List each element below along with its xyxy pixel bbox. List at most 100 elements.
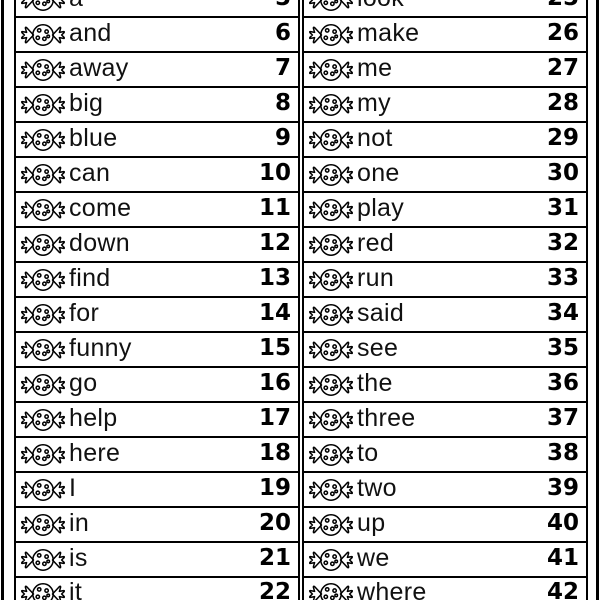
sight-word-label: down (69, 231, 130, 257)
sight-word-row[interactable]: down 12 (14, 226, 300, 261)
sight-word-row[interactable]: away 7 (14, 51, 300, 86)
sight-word-label: my (357, 91, 391, 117)
sight-word-label: three (357, 406, 416, 432)
candy-icon (307, 579, 355, 600)
sight-word-label: where (357, 580, 427, 600)
left-column: a5 and 6 away 7 big 8 blue 9 can 10 come 11 down 12 fin… (14, 0, 300, 600)
sight-word-label: one (357, 161, 400, 187)
sight-word-row[interactable]: I 19 (14, 471, 300, 506)
sight-word-label: said (357, 301, 405, 327)
sight-word-label: we (357, 546, 390, 572)
sight-word-label: here (69, 441, 121, 467)
sight-word-number: 16 (258, 370, 291, 396)
sight-word-row[interactable]: one 30 (302, 156, 588, 191)
candy-icon (19, 475, 67, 505)
candy-icon (307, 20, 355, 50)
sight-word-row[interactable]: big 8 (14, 86, 300, 121)
sight-word-number: 38 (546, 440, 579, 466)
sight-word-row[interactable]: it 22 (14, 576, 300, 600)
sight-word-label: me (357, 56, 393, 82)
sight-word-number: 25 (547, 0, 582, 12)
sight-word-row[interactable]: the 36 (302, 366, 588, 401)
candy-icon (307, 230, 355, 260)
candy-icon (307, 510, 355, 540)
sight-word-row[interactable]: look25 (302, 0, 588, 16)
sight-word-row[interactable]: go 16 (14, 366, 300, 401)
candy-icon (19, 0, 67, 15)
sight-word-row[interactable]: can 10 (14, 156, 300, 191)
sight-word-row[interactable]: and 6 (14, 16, 300, 51)
sight-word-row[interactable]: blue 9 (14, 121, 300, 156)
sight-word-row[interactable]: find 13 (14, 261, 300, 296)
sight-word-row[interactable]: funny 15 (14, 331, 300, 366)
sight-word-label: red (357, 231, 395, 257)
sight-word-table: a5 and 6 away 7 big 8 blue 9 can 10 come 11 down 12 fin… (14, 0, 588, 600)
sight-word-number: 30 (546, 160, 579, 186)
sight-word-row[interactable]: we 41 (302, 541, 588, 576)
sight-word-number: 22 (258, 579, 291, 600)
sight-word-number: 41 (546, 545, 579, 571)
sight-word-label: blue (69, 126, 118, 152)
candy-icon (307, 90, 355, 120)
sight-word-label: play (357, 196, 405, 222)
sight-word-row[interactable]: a5 (14, 0, 300, 16)
sight-word-row[interactable]: come 11 (14, 191, 300, 226)
sight-word-number: 20 (258, 510, 291, 536)
candy-icon (307, 160, 355, 190)
candy-icon (307, 55, 355, 85)
sight-word-row[interactable]: me 27 (302, 51, 588, 86)
sight-word-number: 29 (546, 125, 579, 151)
candy-icon (307, 545, 355, 575)
sight-word-label: a (67, 0, 275, 13)
candy-icon (307, 335, 355, 365)
sight-word-number: 27 (546, 55, 579, 81)
sight-word-number: 33 (546, 265, 579, 291)
worksheet-page: a5 and 6 away 7 big 8 blue 9 can 10 come 11 down 12 fin… (0, 0, 600, 600)
sight-word-label: the (357, 371, 393, 397)
candy-icon (19, 230, 67, 260)
sight-word-number: 42 (546, 579, 579, 600)
sight-word-label: not (357, 126, 393, 152)
sight-word-label: look (355, 0, 547, 13)
candy-icon (19, 265, 67, 295)
candy-icon (19, 440, 67, 470)
candy-icon (19, 579, 67, 600)
candy-icon (307, 370, 355, 400)
sight-word-number: 6 (274, 20, 291, 46)
sight-word-row[interactable]: up 40 (302, 506, 588, 541)
sight-word-row[interactable]: red 32 (302, 226, 588, 261)
sight-word-number: 37 (546, 405, 579, 431)
sight-word-number: 32 (546, 230, 579, 256)
sight-word-row[interactable]: run 33 (302, 261, 588, 296)
sight-word-row[interactable]: two 39 (302, 471, 588, 506)
sight-word-number: 8 (274, 90, 291, 116)
candy-icon (19, 20, 67, 50)
sight-word-row[interactable]: my 28 (302, 86, 588, 121)
sight-word-number: 40 (546, 510, 579, 536)
sight-word-label: for (69, 301, 100, 327)
sight-word-label: make (357, 21, 420, 47)
sight-word-row[interactable]: said 34 (302, 296, 588, 331)
candy-icon (19, 125, 67, 155)
sight-word-row[interactable]: not 29 (302, 121, 588, 156)
sight-word-number: 5 (275, 0, 294, 12)
sight-word-row[interactable]: is 21 (14, 541, 300, 576)
sight-word-number: 17 (258, 405, 291, 431)
candy-icon (19, 335, 67, 365)
sight-word-row[interactable]: three 37 (302, 401, 588, 436)
candy-icon (19, 300, 67, 330)
candy-icon (19, 370, 67, 400)
sight-word-label: to (357, 441, 379, 467)
sight-word-row[interactable]: where 42 (302, 576, 588, 600)
candy-icon (307, 265, 355, 295)
sight-word-row[interactable]: make 26 (302, 16, 588, 51)
sight-word-row[interactable]: here 18 (14, 436, 300, 471)
sight-word-row[interactable]: for 14 (14, 296, 300, 331)
sight-word-row[interactable]: in 20 (14, 506, 300, 541)
sight-word-row[interactable]: to 38 (302, 436, 588, 471)
sight-word-row[interactable]: play 31 (302, 191, 588, 226)
candy-icon (19, 55, 67, 85)
candy-icon (19, 195, 67, 225)
sight-word-row[interactable]: help 17 (14, 401, 300, 436)
sight-word-row[interactable]: see 35 (302, 331, 588, 366)
